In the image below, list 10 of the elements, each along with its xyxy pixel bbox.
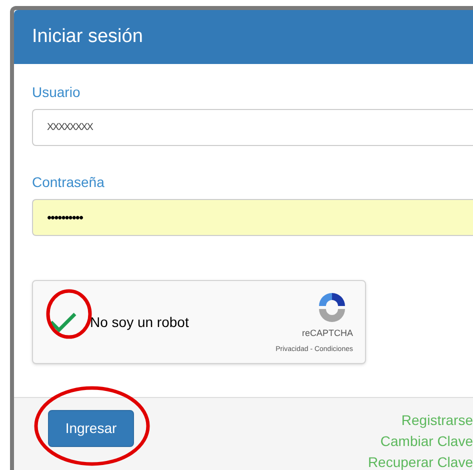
field-label: Usuario (32, 83, 82, 102)
checkmark-icon (49, 311, 77, 333)
captcha-label: No soy un robot (90, 312, 189, 332)
input-field[interactable]: XXXXXXXX (32, 109, 473, 146)
panel-title: Iniciar sesión (32, 24, 143, 49)
input-field[interactable]: •••••••••• (32, 199, 473, 236)
login-button[interactable]: Ingresar (48, 410, 134, 447)
recaptcha-brand: reCAPTCHA (302, 327, 353, 340)
annotation-circle (45, 288, 93, 340)
field-label: Contraseña (32, 173, 106, 192)
